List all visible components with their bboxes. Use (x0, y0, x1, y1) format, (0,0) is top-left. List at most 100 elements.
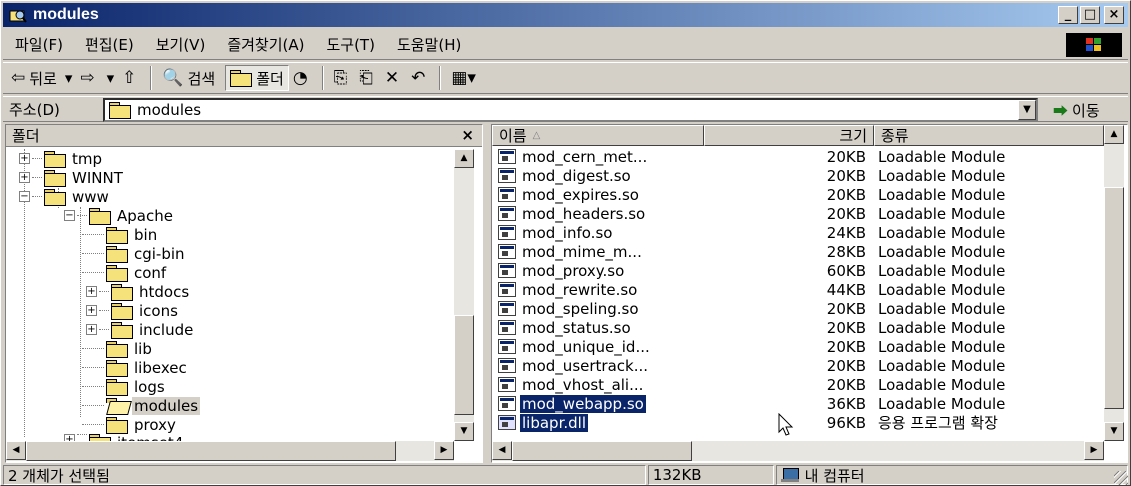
menu-tools[interactable]: 도구(T) (326, 34, 374, 55)
tree-item-tmp[interactable]: + tmp (19, 149, 104, 168)
tree-item-icons[interactable]: + icons (86, 301, 180, 320)
expand-toggle[interactable]: + (19, 153, 30, 164)
folder-icon (44, 188, 66, 206)
tree-item-modules[interactable]: modules (82, 396, 201, 415)
file-size: 20KB (826, 299, 866, 318)
tree-item-lib[interactable]: lib (82, 339, 154, 358)
file-row[interactable]: mod_unique_id... 20KB Loadable Module (498, 337, 1098, 356)
views-icon: ▦▾ (451, 68, 476, 88)
file-row[interactable]: mod_webapp.so 36KB Loadable Module (498, 393, 1098, 414)
tree-item-apache[interactable]: − Apache (64, 206, 175, 225)
file-row[interactable]: mod_mime_m... 28KB Loadable Module (498, 242, 1098, 261)
minimize-button[interactable]: _ (1058, 6, 1078, 24)
scroll-right-button[interactable]: ▶ (1084, 441, 1104, 460)
file-row[interactable]: mod_status.so 20KB Loadable Module (498, 318, 1098, 337)
delete-button[interactable]: ✕ (381, 65, 407, 91)
forward-button[interactable]: ⇨ (76, 65, 102, 91)
tree-label: WINNT (72, 168, 123, 187)
file-size: 24KB (826, 223, 866, 242)
file-row[interactable]: mod_expires.so 20KB Loadable Module (498, 185, 1098, 204)
scroll-left-button[interactable]: ◀ (6, 441, 26, 460)
menu-help[interactable]: 도움말(H) (397, 34, 461, 55)
go-button[interactable]: ⮕ 이동 (1053, 100, 1100, 121)
expand-toggle[interactable]: + (86, 286, 97, 297)
file-row[interactable]: mod_vhost_ali... 20KB Loadable Module (498, 375, 1098, 394)
tree-item-winnt[interactable]: + WINNT (19, 168, 125, 187)
address-input[interactable]: modules ▼ (103, 98, 1038, 122)
address-dropdown-button[interactable]: ▼ (1018, 100, 1036, 120)
column-header-size[interactable]: 크기 (704, 125, 874, 146)
tree-label: icons (139, 301, 178, 320)
move-to-button[interactable]: ⎘ (330, 65, 356, 91)
file-row[interactable]: mod_speling.so 20KB Loadable Module (498, 299, 1098, 318)
tree-item-libexec[interactable]: libexec (82, 358, 189, 377)
expand-toggle[interactable]: + (86, 305, 97, 316)
file-type: Loadable Module (878, 185, 1006, 204)
scroll-thumb[interactable] (454, 315, 474, 415)
expand-toggle[interactable]: + (86, 324, 97, 335)
expand-toggle[interactable]: + (19, 172, 30, 183)
column-header-type[interactable]: 종류 (874, 125, 1104, 146)
file-size: 44KB (826, 280, 866, 299)
tree-item-bin[interactable]: bin (82, 225, 159, 244)
file-row[interactable]: mod_rewrite.so 44KB Loadable Module (498, 280, 1098, 299)
module-file-icon (498, 263, 516, 278)
scroll-thumb[interactable] (1104, 187, 1124, 409)
tree-item-conf[interactable]: conf (82, 263, 168, 282)
tree-item-logs[interactable]: logs (82, 377, 167, 396)
undo-button[interactable]: ↶ (407, 65, 433, 91)
folder-icon (89, 207, 111, 225)
resize-grip[interactable] (1114, 471, 1128, 485)
scroll-up-button[interactable]: ▲ (1104, 125, 1124, 144)
back-dropdown[interactable]: ▾ (61, 65, 77, 91)
file-row[interactable]: libapr.dll 96KB 응용 프로그램 확장 (498, 412, 1098, 433)
file-row[interactable]: mod_headers.so 20KB Loadable Module (498, 204, 1098, 223)
menu-view[interactable]: 보기(V) (156, 34, 206, 55)
forward-arrow-icon: ⇨ (80, 68, 95, 88)
folders-button[interactable]: 폴더 (225, 65, 289, 91)
expand-toggle[interactable]: + (64, 434, 75, 441)
column-header-name[interactable]: 이름 △ (492, 125, 704, 146)
collapse-toggle[interactable]: − (19, 191, 30, 202)
back-button[interactable]: ⇦ 뒤로 (7, 65, 61, 91)
files-vertical-scrollbar[interactable]: ▲ ▼ (1104, 125, 1124, 441)
menu-file[interactable]: 파일(F) (15, 34, 63, 55)
maximize-button[interactable]: □ (1080, 6, 1100, 24)
file-row[interactable]: mod_usertrack... 20KB Loadable Module (498, 356, 1098, 375)
history-button[interactable]: ◔ (289, 65, 316, 91)
file-row[interactable]: mod_info.so 24KB Loadable Module (498, 223, 1098, 242)
file-row[interactable]: mod_digest.so 20KB Loadable Module (498, 166, 1098, 185)
scroll-down-button[interactable]: ▼ (454, 422, 474, 441)
search-button[interactable]: 🔍 검색 (158, 65, 219, 91)
tree-item-include[interactable]: + include (86, 320, 195, 339)
scroll-right-button[interactable]: ▶ (434, 441, 454, 460)
file-size: 60KB (826, 261, 866, 280)
forward-dropdown[interactable]: ▾ (103, 65, 119, 91)
up-folder-button[interactable]: ⇧ (118, 65, 144, 91)
file-row[interactable]: mod_cern_met... 20KB Loadable Module (498, 147, 1098, 166)
tree-item-www[interactable]: − www (19, 187, 111, 206)
menu-edit[interactable]: 편집(E) (85, 34, 134, 55)
menu-favorites[interactable]: 즐겨찾기(A) (227, 34, 304, 55)
title-bar[interactable]: modules _ □ × (3, 3, 1128, 27)
copy-to-button[interactable]: ⎗ (355, 65, 381, 91)
file-row[interactable]: mod_proxy.so 60KB Loadable Module (498, 261, 1098, 280)
folders-horizontal-scrollbar[interactable]: ◀ ▶ (6, 441, 454, 461)
views-button[interactable]: ▦▾ (447, 65, 484, 91)
folders-vertical-scrollbar[interactable]: ▲ ▼ (454, 149, 474, 441)
collapse-toggle[interactable]: − (64, 210, 75, 221)
folders-pane-close-button[interactable]: × (461, 126, 474, 144)
close-button[interactable]: × (1104, 6, 1124, 24)
module-file-icon (498, 358, 516, 373)
scroll-thumb[interactable] (26, 441, 396, 461)
scroll-up-button[interactable]: ▲ (454, 149, 474, 168)
tree-item-itemset4[interactable]: + itemset4 (64, 434, 185, 441)
tree-item-cgi-bin[interactable]: cgi-bin (82, 244, 187, 263)
files-horizontal-scrollbar[interactable]: ◀ ▶ (492, 441, 1104, 461)
tree-item-htdocs[interactable]: + htdocs (86, 282, 191, 301)
scroll-down-button[interactable]: ▼ (1104, 422, 1124, 441)
tree-item-proxy[interactable]: proxy (82, 415, 178, 434)
scroll-left-button[interactable]: ◀ (492, 441, 512, 460)
undo-icon: ↶ (411, 68, 426, 88)
scroll-thumb[interactable] (512, 441, 692, 461)
